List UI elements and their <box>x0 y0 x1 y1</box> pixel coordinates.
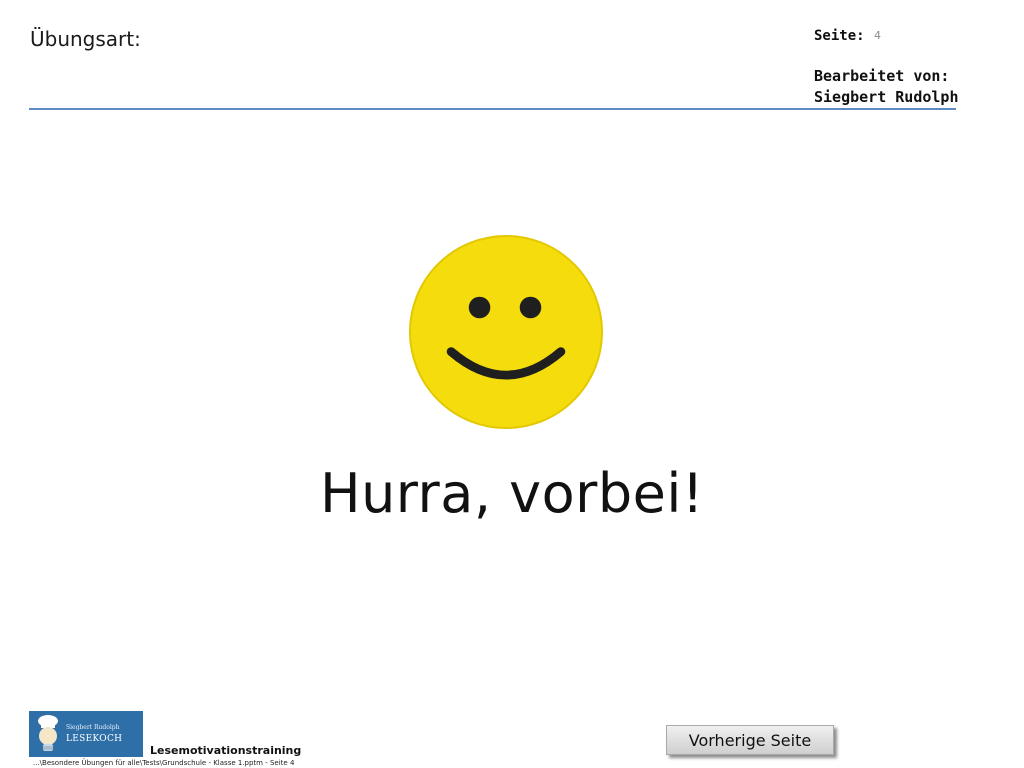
logo-brand-name: LESEKOCH <box>66 734 123 744</box>
edited-by-block: Bearbeitet von: Siegbert Rudolph <box>814 66 959 108</box>
right-eye-icon <box>519 296 542 319</box>
page-number: 4 <box>874 29 881 42</box>
chef-lightbulb-icon <box>38 715 58 751</box>
lesekoch-logo: Siegbert Rudolph LESEKOCH <box>29 711 143 757</box>
left-eye-icon <box>468 296 491 319</box>
course-label: Lesemotivationstraining <box>150 744 302 757</box>
header-divider <box>29 108 956 110</box>
smiley-face-icon <box>408 234 604 430</box>
slide-page: Übungsart: Seite: 4 Bearbeitet von: Sieg… <box>0 0 1024 768</box>
file-path: ...\Besondere Übungen für alle\Tests\Gru… <box>33 759 295 767</box>
page-label: Seite: <box>814 28 865 44</box>
author-name: Siegbert Rudolph <box>814 88 959 106</box>
exercise-type-label: Übungsart: <box>30 27 141 51</box>
logo-author-name: Siegbert Rudolph <box>66 724 120 731</box>
previous-page-button[interactable]: Vorherige Seite <box>666 725 834 755</box>
completion-headline: Hurra, vorbei! <box>319 462 705 525</box>
edited-by-label: Bearbeitet von: <box>814 67 950 85</box>
